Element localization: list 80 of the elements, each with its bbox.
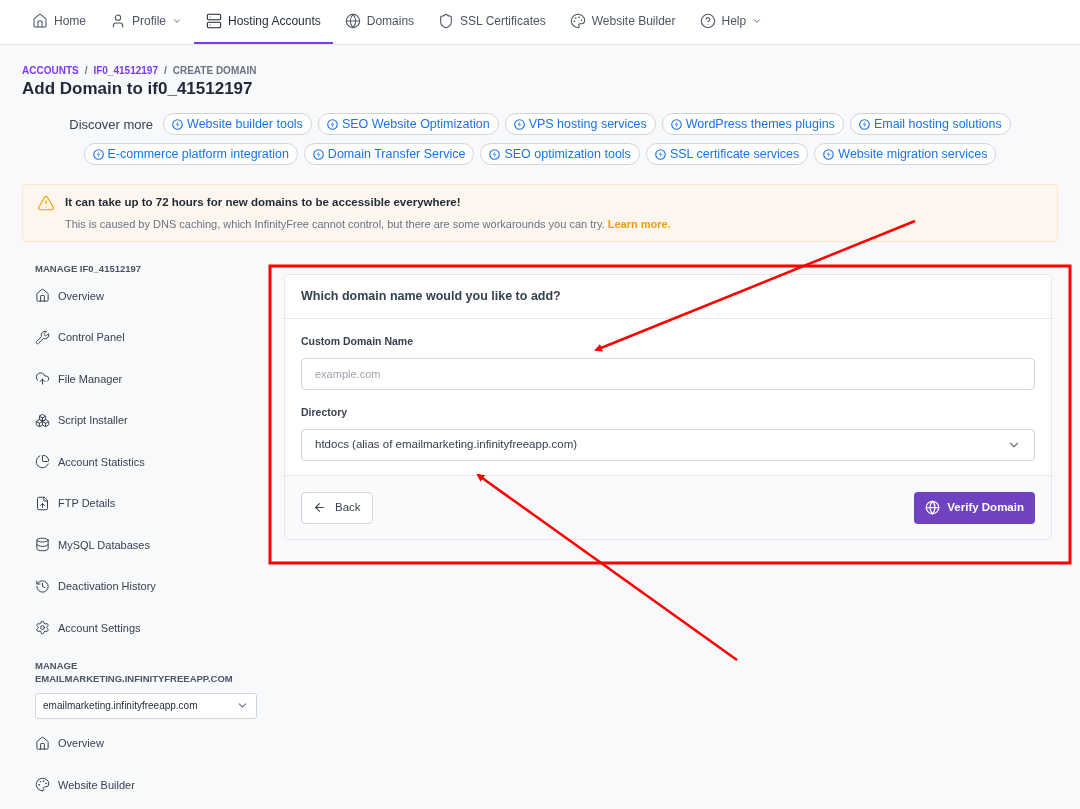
help-icon xyxy=(699,13,716,29)
domain-input[interactable]: example.com xyxy=(301,357,1035,390)
pie-chart-icon xyxy=(35,454,50,470)
alert-title: It can take up to 72 hours for new domains to be accessible everywhere! xyxy=(65,195,462,211)
sidebar-item[interactable]: MySQL Databases xyxy=(35,524,258,566)
file-upload-icon xyxy=(35,495,50,511)
arrow-left-icon xyxy=(313,501,326,514)
server-icon xyxy=(206,13,223,29)
nav-tab[interactable]: Home xyxy=(20,0,98,44)
sidebar-item[interactable]: Overview xyxy=(35,722,258,764)
directory-select[interactable]: htdocs (alias of emailmarketing.infinityfreeapp.com) xyxy=(301,428,1035,461)
domain-select[interactable]: emailmarketing.infinityfreeapp.com xyxy=(35,692,257,719)
current-page-label: CREATE DOMAIN xyxy=(172,64,257,78)
nav-tab[interactable]: Hosting Accounts xyxy=(194,0,333,44)
caret-icon xyxy=(172,16,183,26)
lightning-circle-icon xyxy=(172,118,184,130)
discover-chip[interactable]: SEO Website Optimization xyxy=(317,113,499,136)
database-icon xyxy=(35,537,50,553)
discover-chip[interactable]: E-commerce platform integration xyxy=(83,143,298,166)
warning-icon xyxy=(37,194,55,213)
breadcrumb-separator: / xyxy=(84,64,88,78)
palette-icon xyxy=(569,13,586,29)
page-title: Add Domain to if0_41512197 xyxy=(22,78,254,100)
nav-tab[interactable]: Help xyxy=(687,0,775,44)
lightning-circle-icon xyxy=(326,118,338,130)
sidebar-item[interactable]: File Manager xyxy=(35,358,258,400)
nav-tab[interactable]: Website Builder xyxy=(557,0,688,44)
nav-tab[interactable]: Domains xyxy=(332,0,427,44)
sidebar-heading: MANAGE EMAILMARKETING.INFINITYFREEAPP.COM xyxy=(35,658,234,685)
discover-chip[interactable]: Domain Transfer Service xyxy=(303,143,475,166)
sidebar-item[interactable]: Deactivation History xyxy=(35,565,258,607)
sidebar-heading: MANAGE IF0_41512197 xyxy=(35,262,143,275)
breadcrumb-separator: / xyxy=(163,64,167,78)
lightning-circle-icon xyxy=(312,148,324,160)
palette-icon xyxy=(35,777,50,793)
discover-chip[interactable]: Email hosting solutions xyxy=(849,113,1011,136)
lightning-circle-icon xyxy=(670,118,682,130)
discover-chip[interactable]: WordPress themes plugins xyxy=(661,113,844,136)
discover-label: Discover more xyxy=(69,115,154,134)
user-icon xyxy=(110,13,126,29)
globe-icon xyxy=(925,500,941,515)
discover-chip[interactable]: Website builder tools xyxy=(163,113,312,136)
discover-chip[interactable]: VPS hosting services xyxy=(504,113,656,136)
lightning-circle-icon xyxy=(858,118,870,130)
sidebar-item[interactable]: FTP Details xyxy=(35,482,258,524)
lightning-circle-icon xyxy=(823,148,835,160)
sidebar-item[interactable]: Account Statistics xyxy=(35,441,258,483)
lightning-circle-icon xyxy=(513,118,525,130)
lightning-circle-icon xyxy=(654,148,666,160)
wrench-icon xyxy=(35,329,50,345)
shield-icon xyxy=(438,13,455,29)
sidebar-item[interactable]: Control Panel xyxy=(35,316,258,358)
breadcrumb-link[interactable]: IF0_41512197 xyxy=(93,63,158,78)
sidebar-item[interactable]: Account Settings xyxy=(35,607,258,649)
discover-chip[interactable]: Website migration services xyxy=(814,143,997,166)
field-label: Custom Domain Name xyxy=(301,334,415,349)
nav-tab[interactable]: SSL Certificates xyxy=(426,0,558,44)
boxes-icon xyxy=(35,412,50,428)
globe-icon xyxy=(344,13,361,29)
home-icon xyxy=(32,13,48,29)
alert-text: This is caused by DNS caching, which InfinityFree cannot control, but there are some workarounds you can try. Learn more. xyxy=(65,216,671,232)
discover-chip[interactable]: SEO optimization tools xyxy=(480,143,640,166)
verify-domain-button[interactable]: Verify Domain xyxy=(914,491,1035,524)
settings-icon xyxy=(35,620,50,636)
sidebar-item[interactable]: Website Builder xyxy=(35,764,258,806)
lightning-circle-icon xyxy=(489,148,501,160)
caret-icon xyxy=(752,16,763,26)
nav-tab[interactable]: Profile xyxy=(98,0,195,44)
breadcrumb-link[interactable]: ACCOUNTS xyxy=(22,63,79,78)
field-label: Directory xyxy=(301,404,349,420)
form-heading: Which domain name would you like to add? xyxy=(301,288,561,306)
home-icon xyxy=(35,288,50,304)
home-icon xyxy=(35,735,50,751)
sidebar-item[interactable]: Overview xyxy=(35,275,258,317)
discover-chip[interactable]: SSL certificate services xyxy=(645,143,809,166)
history-icon xyxy=(35,578,50,594)
sidebar-item[interactable]: Script Installer xyxy=(35,399,258,441)
cloud-upload-icon xyxy=(35,371,50,387)
back-button[interactable]: Back xyxy=(301,491,373,524)
lightning-circle-icon xyxy=(92,148,104,160)
